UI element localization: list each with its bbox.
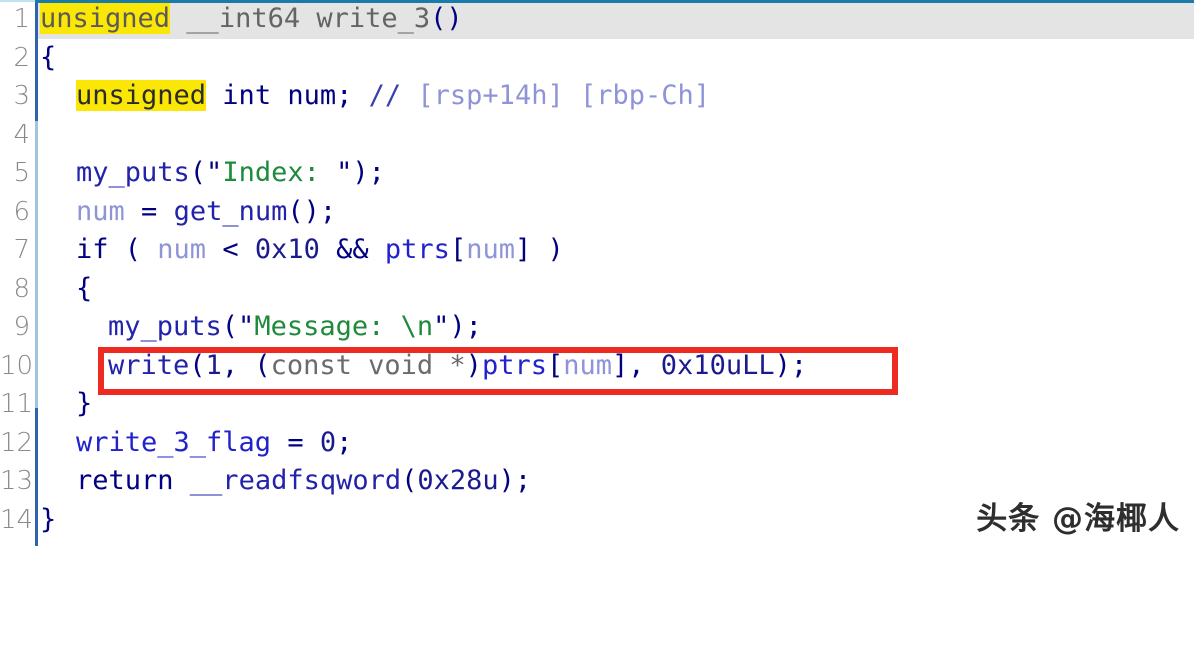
token-parens: () [430, 3, 463, 34]
token-cast-paren-open: ( [254, 349, 271, 381]
token-assign-op: = [271, 426, 320, 458]
code-line[interactable]: 11 } [0, 385, 1194, 424]
code-line[interactable]: 12 write_3_flag = 0; [0, 424, 1194, 463]
token-global-var: ptrs [481, 349, 547, 381]
token-cast-paren-close: ) [465, 349, 482, 381]
token-comma: , [221, 349, 255, 381]
line-content[interactable]: unsigned int num; // [rsp+14h] [rbp-Ch] [76, 77, 710, 116]
line-number: 4 [13, 119, 30, 150]
token-call-tail: ); [774, 349, 808, 381]
token-local-var: num [563, 349, 613, 381]
token-local-var: num [76, 195, 125, 227]
line-number: 2 [13, 42, 30, 73]
line-content[interactable]: my_puts("Index: "); [76, 154, 385, 193]
token-highlighted-unsigned: unsigned [40, 3, 171, 34]
token-function-call: get_num [173, 195, 288, 227]
line-number: 11 [0, 389, 34, 419]
line-content[interactable]: write_3_flag = 0; [76, 424, 352, 463]
line-number: 3 [13, 81, 30, 111]
token-local-var: num [466, 234, 515, 265]
token-global-var: write_3_flag [76, 426, 272, 458]
watermark: 头条 @海椰人 [976, 501, 1180, 537]
token-call-tail: (); [287, 195, 337, 227]
token-comma: , [628, 349, 661, 381]
token-less-than-op: < [206, 234, 255, 265]
token-comment-body: [rsp+14h] [rbp-Ch] [417, 80, 711, 111]
token-hex-literal: 0x28u [417, 465, 499, 496]
line-content[interactable]: } [40, 501, 56, 540]
token-if-keyword: if ( [76, 234, 158, 265]
code-line[interactable]: 3 unsigned int num; // [rsp+14h] [rbp-Ch… [0, 77, 1194, 116]
code-line[interactable]: 5 my_puts("Index: "); [0, 154, 1194, 193]
token-bracket-open: [ [449, 234, 467, 265]
line-number: 13 [0, 466, 34, 496]
token-return-keyword: return [76, 465, 190, 496]
code-line[interactable]: 6 num = get_num(); [0, 193, 1194, 232]
token-return-type: __int64 write_3 [170, 3, 431, 34]
line-content[interactable]: write(1, (const void *)ptrs[num], 0x10uL… [108, 347, 807, 386]
token-paren-open: ( [401, 465, 418, 496]
token-call-tail: ); [498, 465, 532, 496]
token-open-quote: (" [189, 157, 223, 188]
token-function-call: write [108, 349, 190, 381]
line-number: 1 [13, 4, 30, 34]
token-arg-fd: 1 [205, 349, 222, 381]
line-content[interactable]: unsigned __int64 write_3() [40, 0, 463, 39]
line-content[interactable]: my_puts("Message: \n"); [108, 308, 482, 347]
token-assign-op: = [124, 195, 174, 227]
token-intrinsic-call: __readfsqword [189, 465, 402, 496]
line-number: 9 [13, 312, 30, 342]
code-line[interactable]: 7 if ( num < 0x10 && ptrs[num] ) [0, 231, 1194, 270]
token-size-literal: 0x10uLL [660, 349, 775, 381]
token-global-var: ptrs [384, 234, 450, 265]
line-number: 7 [13, 235, 30, 265]
code-line[interactable]: 2 { [0, 39, 1194, 78]
token-local-var: num [157, 234, 207, 265]
token-declaration: int num; [206, 80, 353, 111]
token-bracket-open: [ [546, 349, 564, 381]
line-number: 8 [13, 273, 30, 304]
code-line[interactable]: 4 [0, 116, 1194, 155]
line-content[interactable]: return __readfsqword(0x28u); [76, 462, 531, 501]
token-logical-and: && [319, 234, 385, 265]
code-line[interactable]: 1 unsigned __int64 write_3() [0, 0, 1194, 39]
line-content[interactable]: } [76, 385, 92, 424]
token-close-quote: "); [336, 157, 385, 188]
token-function-call: my_puts [108, 311, 222, 342]
line-number: 6 [13, 196, 30, 227]
line-number: 12 [0, 427, 34, 458]
token-open-brace: { [76, 272, 93, 304]
token-bracket-close: ] ) [514, 234, 564, 265]
line-number: 10 [0, 350, 34, 381]
token-highlighted-unsigned: unsigned [76, 80, 207, 111]
line-content[interactable]: { [40, 39, 56, 78]
token-paren-open: ( [189, 349, 206, 381]
token-function-call: my_puts [76, 157, 190, 188]
line-number: 5 [13, 158, 30, 188]
token-close-quote: "); [433, 311, 482, 342]
token-open-quote: (" [221, 311, 255, 342]
code-line[interactable]: 9 my_puts("Message: \n"); [0, 308, 1194, 347]
pseudocode-window: 1 unsigned __int64 write_3() 2 { 3 unsig… [0, 0, 1194, 546]
token-close-brace: } [76, 388, 93, 419]
token-open-brace: { [40, 41, 57, 73]
token-comment-slashes: // [368, 80, 402, 111]
code-line[interactable]: 10 write(1, (const void *)ptrs[num], 0x1… [0, 347, 1194, 386]
code-line[interactable]: 8 { [0, 270, 1194, 309]
line-content[interactable]: num = get_num(); [76, 193, 336, 232]
token-cast-type: const void * [270, 349, 466, 381]
token-semicolon: ; [336, 426, 353, 458]
token-number-literal: 0 [319, 426, 337, 458]
code-area[interactable]: 1 unsigned __int64 write_3() 2 { 3 unsig… [0, 0, 1194, 546]
line-content[interactable]: { [76, 270, 92, 309]
line-content[interactable]: if ( num < 0x10 && ptrs[num] ) [76, 231, 564, 270]
token-close-brace: } [40, 503, 57, 535]
token-string-literal: Message: \n [254, 311, 434, 342]
token-string-literal: Index: [222, 157, 337, 188]
token-hex-literal: 0x10 [254, 234, 320, 265]
line-number: 14 [0, 504, 34, 535]
token-bracket-close: ] [612, 349, 629, 381]
